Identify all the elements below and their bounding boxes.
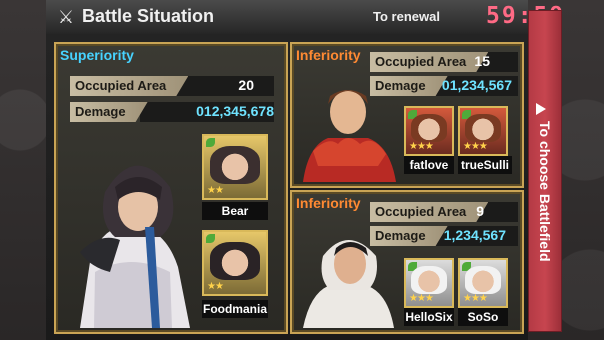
crossed-swords-icon: ⚔: [57, 7, 75, 27]
member-name: Bear: [202, 202, 268, 220]
member-name: Foodmania: [202, 300, 268, 318]
inferiority-tag: Inferiority: [296, 195, 361, 211]
renewal-label: To renewal: [373, 9, 440, 24]
damage-label: Demage: [70, 102, 148, 122]
page-title: Battle Situation: [82, 6, 215, 26]
member-name: HelloSix: [404, 308, 454, 326]
star-rating: ★★★: [463, 141, 488, 152]
choose-battlefield-label: To choose Battlefield: [537, 121, 553, 262]
occupied-area-value: 15: [474, 53, 490, 69]
occupied-area-value: 20: [238, 77, 254, 93]
member-card[interactable]: ★★: [202, 230, 268, 296]
leader-character-art: [298, 66, 398, 182]
damage-value: 1,234,567: [443, 227, 506, 243]
occupied-area-row: Occupied Area 20: [70, 76, 274, 96]
superiority-panel[interactable]: Superiority Occupied Area 20 Demage 012,…: [54, 42, 288, 334]
member-card[interactable]: ★★: [202, 134, 268, 200]
damage-row: Demage 012,345,678: [70, 102, 274, 122]
member-name: SoSo: [458, 308, 508, 326]
leaf-icon: [206, 138, 215, 147]
choose-battlefield-button[interactable]: To choose Battlefield: [528, 10, 562, 332]
inferiority-tag: Inferiority: [296, 47, 361, 63]
star-rating: ★★★: [409, 293, 434, 304]
member-card[interactable]: ★★★: [404, 106, 454, 156]
damage-value: 012,345,678: [196, 103, 274, 119]
member-name: fatlove: [404, 156, 454, 174]
leader-character-art: [298, 216, 398, 328]
inferiority-panel-1[interactable]: Inferiority Occupied Area 15 Demage 01,2…: [290, 42, 524, 188]
occupied-area-label: Occupied Area: [70, 76, 188, 96]
star-rating: ★★: [207, 185, 224, 196]
header-bar: ⚔ Battle Situation To renewal 59:59: [46, 0, 563, 36]
superiority-tag: Superiority: [60, 47, 134, 63]
member-card[interactable]: ★★★: [404, 258, 454, 308]
damage-value: 01,234,567: [441, 77, 512, 93]
occupied-area-value: 9: [476, 203, 484, 219]
star-rating: ★★★: [409, 141, 434, 152]
inferiority-panel-2[interactable]: Inferiority Occupied Area 9 Demage 1,234…: [290, 190, 524, 334]
member-card[interactable]: ★★★: [458, 258, 508, 308]
leader-character-art: [60, 132, 210, 328]
battle-panel: Superiority Occupied Area 20 Demage 012,…: [46, 34, 528, 340]
leaf-icon: [206, 234, 215, 243]
triangle-right-icon: [536, 103, 546, 115]
star-rating: ★★: [207, 281, 224, 292]
star-rating: ★★★: [463, 293, 488, 304]
member-card[interactable]: ★★★: [458, 106, 508, 156]
member-name: trueSulli: [458, 156, 512, 174]
